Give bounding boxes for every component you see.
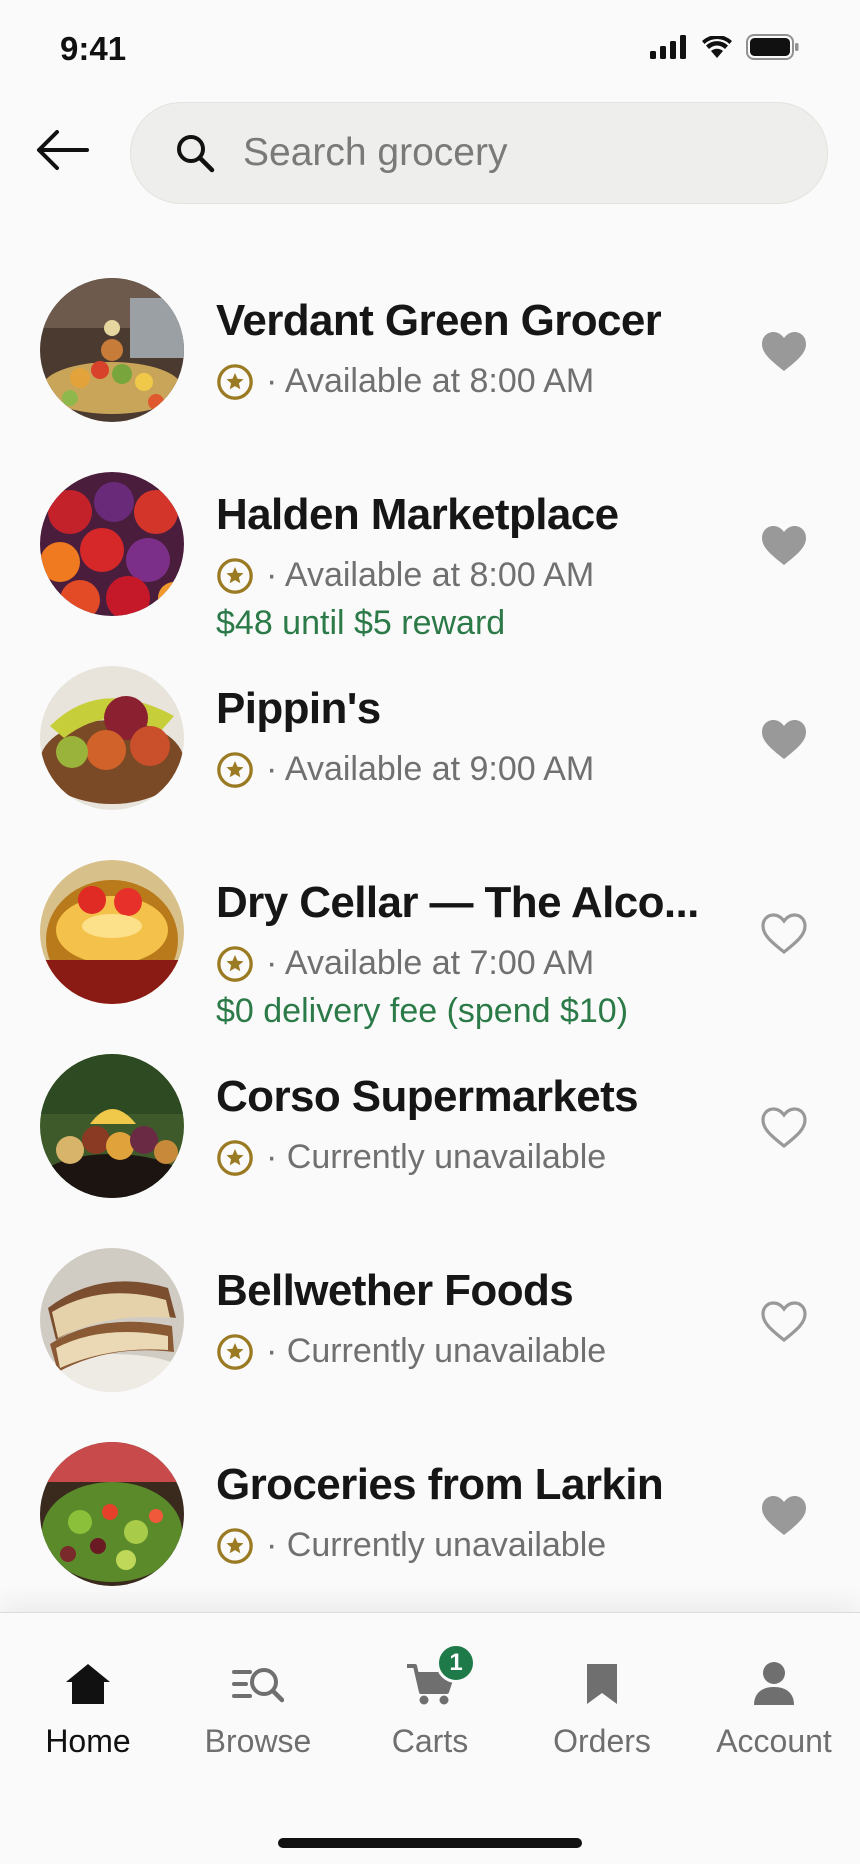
- favorite-button[interactable]: [756, 1100, 812, 1156]
- store-row-verdant-green-grocer[interactable]: Verdant Green Grocer · Available at 8:00…: [0, 270, 860, 464]
- store-row-pippins[interactable]: Pippin's · Available at 9:00 AM: [0, 658, 860, 852]
- arrow-left-icon: [37, 130, 89, 170]
- store-row-groceries-from-larkin[interactable]: Groceries from Larkin · Currently unavai…: [0, 1434, 860, 1628]
- cart-count-badge: 1: [436, 1643, 476, 1683]
- store-image: [40, 278, 184, 422]
- heart-filled-icon: [762, 1496, 806, 1535]
- bottom-nav: Home Browse 1 Carts Orders Account: [0, 1612, 860, 1864]
- star-rewards-icon: [217, 751, 253, 788]
- star-rewards-icon: [217, 557, 253, 594]
- nav-orders-label: Orders: [553, 1723, 651, 1759]
- favorite-button[interactable]: [756, 324, 812, 380]
- store-image: [40, 860, 184, 1004]
- star-rewards-icon: [217, 1527, 253, 1564]
- store-image: [40, 666, 184, 810]
- star-rewards-icon: [217, 1333, 253, 1370]
- search-bar[interactable]: [130, 102, 828, 204]
- star-rewards-icon: [217, 945, 253, 982]
- store-meta: · Available at 9:00 AM: [216, 750, 594, 789]
- store-name: Corso Supermarkets: [216, 1072, 639, 1121]
- store-promo: $48 until $5 reward: [216, 604, 506, 642]
- nav-orders[interactable]: Orders: [516, 1653, 688, 1783]
- favorite-button[interactable]: [756, 1294, 812, 1350]
- nav-carts[interactable]: 1 Carts: [344, 1643, 516, 1783]
- favorite-button[interactable]: [756, 712, 812, 768]
- store-name: Verdant Green Grocer: [216, 296, 662, 345]
- status-time: 9:41: [60, 30, 127, 67]
- store-name: Pippin's: [216, 684, 381, 733]
- store-availability: · Available at 7:00 AM: [266, 944, 595, 982]
- store-row-bellwether-foods[interactable]: Bellwether Foods · Currently unavailable: [0, 1240, 860, 1434]
- battery-icon: [746, 34, 799, 60]
- store-meta: · Available at 8:00 AM: [216, 556, 594, 595]
- wifi-icon: [702, 36, 732, 58]
- home-indicator: [278, 1838, 582, 1848]
- store-image: [40, 1248, 184, 1392]
- search-input[interactable]: [243, 131, 803, 175]
- store-availability: · Available at 9:00 AM: [266, 750, 595, 788]
- store-name: Halden Marketplace: [216, 490, 619, 539]
- store-row-corso-supermarkets[interactable]: Corso Supermarkets · Currently unavailab…: [0, 1046, 860, 1240]
- heart-outline-icon: [761, 1107, 807, 1149]
- back-button[interactable]: [30, 118, 94, 182]
- status-icons: [650, 34, 800, 60]
- nav-home[interactable]: Home: [2, 1653, 174, 1783]
- store-meta: · Currently unavailable: [216, 1526, 606, 1565]
- heart-filled-icon: [762, 332, 806, 371]
- star-rewards-icon: [217, 363, 253, 400]
- star-rewards-icon: [217, 1139, 253, 1176]
- store-row-dry-cellar[interactable]: Dry Cellar — The Alco... · Available at …: [0, 852, 860, 1046]
- heart-filled-icon: [762, 720, 806, 759]
- heart-outline-icon: [761, 1301, 807, 1343]
- store-meta: · Currently unavailable: [216, 1332, 606, 1371]
- status-bar: 9:41: [0, 0, 860, 96]
- nav-carts-label: Carts: [391, 1723, 469, 1759]
- nav-browse[interactable]: Browse: [172, 1653, 344, 1783]
- store-promo: $0 delivery fee (spend $10): [216, 992, 629, 1030]
- nav-account[interactable]: Account: [688, 1653, 860, 1783]
- store-image: [40, 1054, 184, 1198]
- favorite-button[interactable]: [756, 906, 812, 962]
- store-availability: · Available at 8:00 AM: [266, 362, 595, 400]
- heart-outline-icon: [761, 913, 807, 955]
- store-availability: · Currently unavailable: [266, 1332, 607, 1370]
- store-availability: · Currently unavailable: [266, 1138, 607, 1176]
- heart-filled-icon: [762, 526, 806, 565]
- store-row-halden-marketplace[interactable]: Halden Marketplace · Available at 8:00 A…: [0, 464, 860, 658]
- store-name: Bellwether Foods: [216, 1266, 574, 1315]
- favorite-button[interactable]: [756, 1488, 812, 1544]
- store-availability: · Currently unavailable: [266, 1526, 607, 1564]
- store-availability: · Available at 8:00 AM: [266, 556, 595, 594]
- store-image: [40, 472, 184, 616]
- nav-browse-label: Browse: [204, 1723, 312, 1759]
- nav-account-label: Account: [716, 1723, 832, 1759]
- nav-home-label: Home: [45, 1723, 131, 1759]
- favorite-button[interactable]: [756, 518, 812, 574]
- search-icon: [177, 135, 215, 173]
- grocery-store-list-screen: 9:41 Search grocery Verdant Green Grocer…: [0, 0, 860, 1864]
- store-meta: · Available at 8:00 AM: [216, 362, 594, 401]
- store-name: Groceries from Larkin: [216, 1460, 664, 1509]
- browse-search-icon: [232, 1668, 284, 1703]
- store-list: Verdant Green Grocer · Available at 8:00…: [0, 270, 860, 1628]
- store-meta: · Currently unavailable: [216, 1138, 606, 1177]
- account-person-icon: [754, 1662, 794, 1705]
- cellular-signal-icon: [650, 35, 686, 59]
- store-name: Dry Cellar — The Alco...: [216, 878, 699, 927]
- store-image: [40, 1442, 184, 1586]
- home-icon: [66, 1664, 110, 1704]
- store-meta: · Available at 7:00 AM: [216, 944, 594, 983]
- bookmark-icon: [587, 1664, 617, 1704]
